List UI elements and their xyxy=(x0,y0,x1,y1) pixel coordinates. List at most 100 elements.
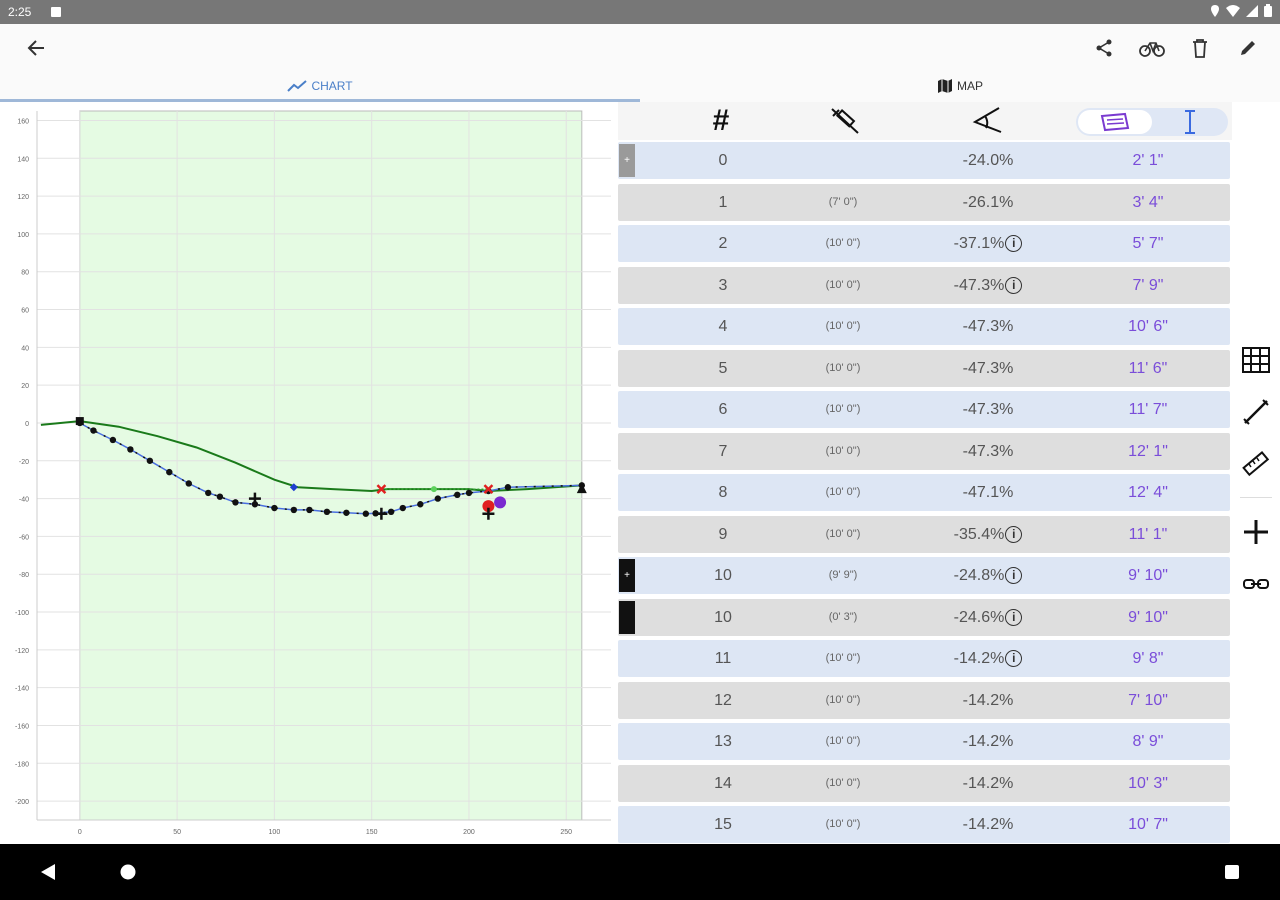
row-depth: 3' 4" xyxy=(1132,193,1164,211)
row-slope: -35.4% i xyxy=(918,526,1058,544)
info-icon[interactable]: i xyxy=(1005,276,1023,294)
row-slope-value: -47.3% xyxy=(962,442,1014,460)
info-icon[interactable]: i xyxy=(1005,650,1023,668)
table-row[interactable]: +0 -24.0% 2' 1" xyxy=(618,142,1230,179)
drag-handle-icon[interactable] xyxy=(619,600,635,634)
pipe-point xyxy=(362,510,370,517)
row-slope: -14.2% xyxy=(918,816,1058,834)
nav-home-icon[interactable] xyxy=(118,862,138,882)
trash-icon[interactable] xyxy=(1186,34,1214,62)
table-row[interactable]: 8 (10' 0") -47.1% 12' 4" xyxy=(618,474,1230,511)
row-slope: -14.2% i xyxy=(918,650,1058,668)
table-row[interactable]: 10 (0' 3") -24.6% i 9' 10" xyxy=(618,598,1230,636)
square-marker xyxy=(75,417,84,426)
row-depth: 10' 3" xyxy=(1128,774,1168,792)
row-depth: 5' 7" xyxy=(1132,235,1164,252)
share-icon[interactable] xyxy=(1090,34,1118,62)
table-row[interactable]: 3 (10' 0") -47.3% i 7' 9" xyxy=(618,266,1230,304)
header-number-label: # xyxy=(712,104,730,137)
table-row[interactable]: 11 (10' 0") -14.2% i 9' 8" xyxy=(618,640,1230,677)
row-slope: -26.1% xyxy=(918,194,1058,212)
info-icon[interactable]: i xyxy=(1005,525,1023,543)
table-row[interactable]: 6 (10' 0") -47.3% 11' 7" xyxy=(618,391,1230,428)
row-length: (10' 0") xyxy=(825,444,861,457)
table-row[interactable]: 9 (10' 0") -35.4% i 11' 1" xyxy=(618,515,1230,553)
table-header: # xyxy=(618,102,1232,140)
line-chart-icon xyxy=(287,80,308,92)
row-depth: 11' 6" xyxy=(1128,359,1168,377)
ruler-icon[interactable] xyxy=(1242,450,1270,478)
table-row[interactable]: 12 (10' 0") -14.2% 7' 10" xyxy=(618,681,1230,719)
nav-recents-icon[interactable] xyxy=(1222,862,1242,882)
bicycle-icon[interactable] xyxy=(1138,34,1166,62)
table-row[interactable]: 15 (10' 0") -14.2% 10' 7" xyxy=(618,806,1230,843)
back-arrow-icon[interactable] xyxy=(22,34,50,62)
app-bar xyxy=(0,24,1280,70)
drag-handle-icon[interactable]: + xyxy=(619,144,635,177)
info-icon[interactable]: i xyxy=(1005,235,1023,253)
add-icon[interactable] xyxy=(1242,518,1270,546)
row-length: (9' 9") xyxy=(828,569,858,581)
table-row[interactable]: 1 (7' 0") -26.1% 3' 4" xyxy=(618,183,1230,221)
row-slope-value: -24.0% xyxy=(962,152,1014,169)
row-length: (10' 0") xyxy=(825,361,861,374)
row-slope-value: -35.4% xyxy=(953,525,1005,543)
table-row[interactable]: 2 (10' 0") -37.1% i 5' 7" xyxy=(618,225,1230,262)
pencil-icon[interactable] xyxy=(1234,34,1262,62)
row-slope-value: -26.1% xyxy=(962,193,1014,211)
pipe-point xyxy=(343,509,350,516)
measure-line-icon[interactable] xyxy=(1242,398,1270,426)
y-tick-label: -20 xyxy=(19,459,29,466)
side-rail xyxy=(1232,102,1280,844)
pipe-point xyxy=(387,508,395,516)
pipe-point xyxy=(434,495,442,502)
row-slope: -14.2% xyxy=(918,775,1058,793)
link-icon[interactable] xyxy=(1242,570,1270,598)
navigation-bar xyxy=(0,844,1280,900)
view-toggle[interactable] xyxy=(1076,108,1228,136)
handle-mark: + xyxy=(624,570,630,581)
y-tick-label: -100 xyxy=(15,610,29,617)
table-row[interactable]: +10 (9' 9") -24.8% i 9' 10" xyxy=(618,557,1230,594)
vertical-measure-icon[interactable] xyxy=(1154,110,1226,134)
nav-back-icon[interactable] xyxy=(38,862,58,882)
x-tick-label: 150 xyxy=(366,829,378,836)
row-slope-value: -14.2% xyxy=(962,733,1014,750)
car-icon[interactable] xyxy=(1078,110,1152,134)
info-icon[interactable]: i xyxy=(1005,567,1023,585)
grid-icon[interactable] xyxy=(1242,346,1270,374)
row-length: (10' 0") xyxy=(825,818,861,830)
row-slope-value: -47.3% xyxy=(962,318,1014,335)
pipe-point xyxy=(417,501,424,508)
row-number: 0 xyxy=(718,152,728,169)
table-row[interactable]: 5 (10' 0") -47.3% 11' 6" xyxy=(618,349,1230,387)
pipe-point xyxy=(146,457,154,464)
table-row[interactable]: 4 (10' 0") -47.3% 10' 6" xyxy=(618,308,1230,345)
row-slope-value: -24.6% xyxy=(953,608,1005,626)
row-slope-value: -14.2% xyxy=(962,691,1014,709)
pipe-point xyxy=(166,468,173,476)
row-slope: -47.3% i xyxy=(918,277,1058,295)
table-row[interactable]: 7 (10' 0") -47.3% 12' 1" xyxy=(618,432,1230,470)
row-slope-value: -47.3% xyxy=(953,276,1005,294)
wifi-icon xyxy=(1226,4,1240,17)
pipe-point xyxy=(127,446,134,453)
table-row[interactable]: 13 (10' 0") -14.2% 8' 9" xyxy=(618,723,1230,760)
map-icon xyxy=(937,79,952,93)
info-icon[interactable]: i xyxy=(1005,608,1023,626)
battery-icon xyxy=(1264,4,1272,17)
tab-map[interactable]: MAP xyxy=(640,70,1280,102)
drag-handle-icon[interactable]: + xyxy=(619,559,635,592)
pipe-point xyxy=(232,499,239,506)
profile-chart[interactable]: 160 140 120 100 80 60 40 20 0 -20 -40 -60 -80 -100 -12… xyxy=(0,102,618,844)
tab-chart[interactable]: CHART xyxy=(0,70,640,102)
notification-icon xyxy=(51,7,61,17)
row-slope: -14.2% xyxy=(918,733,1058,751)
row-slope: -47.3% xyxy=(918,360,1058,378)
row-depth: 11' 7" xyxy=(1128,401,1168,418)
x-tick-label: 200 xyxy=(463,829,475,836)
tab-map-label: MAP xyxy=(956,79,983,93)
chart-svg[interactable]: 160140120100806040200-20-40-60-80-100-12… xyxy=(0,102,618,844)
row-slope-value: -37.1% xyxy=(953,235,1005,252)
table-row[interactable]: 14 (10' 0") -14.2% 10' 3" xyxy=(618,764,1230,802)
